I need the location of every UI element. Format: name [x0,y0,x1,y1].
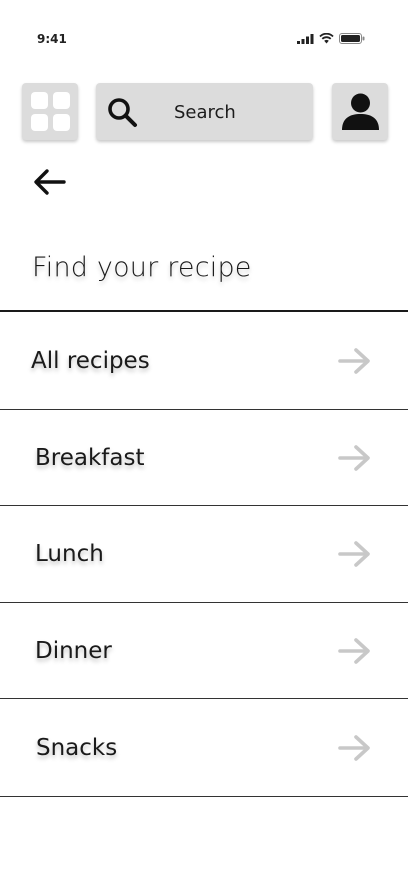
status-bar: 9:41 [0,0,408,78]
category-label: Dinner [35,637,112,664]
status-time: 9:41 [37,32,67,46]
search-label: Search [174,102,236,123]
category-row-snacks[interactable]: Snacks [0,699,408,797]
search-icon [106,96,138,128]
category-label: Breakfast [35,444,145,471]
profile-button[interactable] [332,83,388,140]
menu-button[interactable] [22,83,78,140]
category-label: Lunch [35,541,104,567]
grid-icon [31,92,70,131]
page-title: Find your recipe [32,252,252,283]
arrow-right-icon [338,636,372,666]
category-row-dinner[interactable]: Dinner [0,603,408,699]
arrow-right-icon [338,539,372,569]
battery-icon [339,33,365,44]
arrow-left-icon [32,169,66,200]
user-icon [342,92,379,132]
category-row-lunch[interactable]: Lunch [0,506,408,603]
category-row-breakfast[interactable]: Breakfast [0,410,408,506]
search-button[interactable]: Search [96,83,313,140]
category-label: Snacks [36,734,118,761]
category-label: All recipes [31,347,150,374]
status-icons [297,33,365,44]
category-row-all-recipes[interactable]: All recipes [0,312,408,410]
back-button[interactable] [32,168,66,196]
arrow-right-icon [338,733,372,763]
arrow-right-icon [338,346,372,376]
category-list: All recipes Breakfast Lunch Dinner Snack… [0,312,408,797]
arrow-right-icon [338,443,372,473]
wifi-icon [319,33,334,44]
cellular-signal-icon [297,33,314,44]
